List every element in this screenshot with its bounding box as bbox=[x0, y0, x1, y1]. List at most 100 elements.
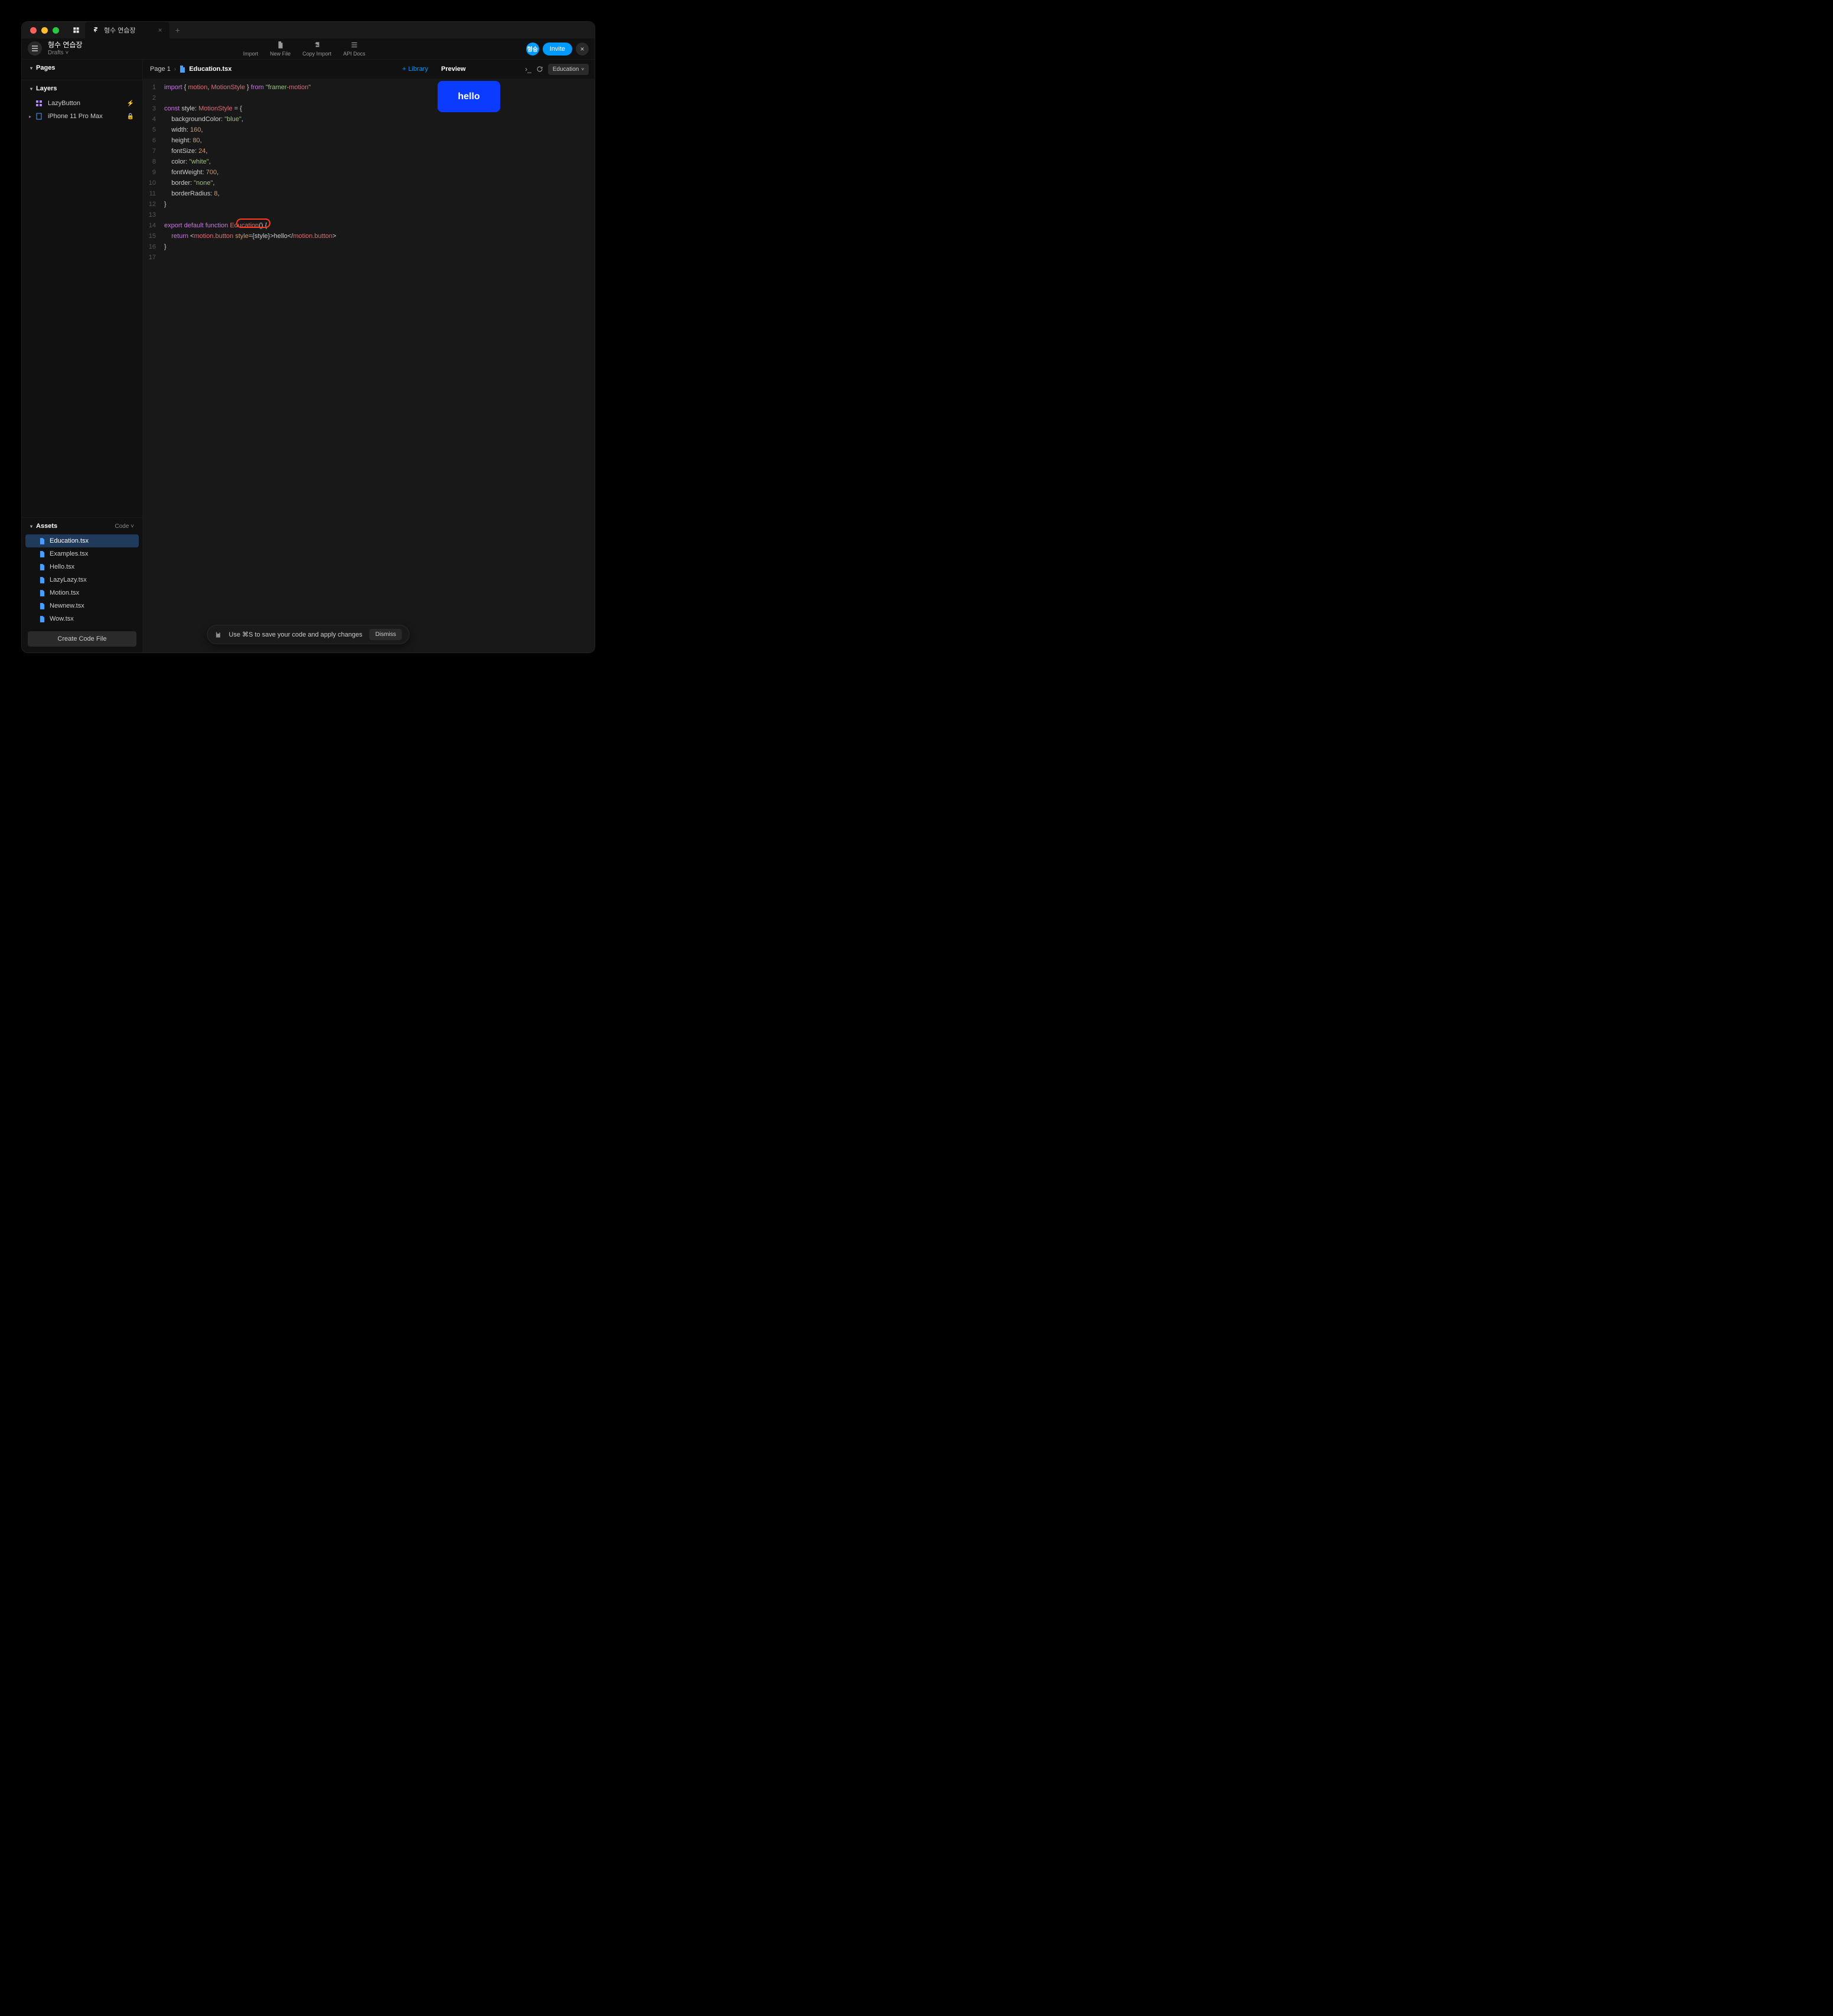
preview-header: Preview ›_ Education ˅ bbox=[435, 60, 595, 79]
code-line[interactable]: 6 height: 80, bbox=[143, 135, 435, 146]
asset-item[interactable]: Newnew.tsx bbox=[25, 599, 139, 612]
pages-panel-header[interactable]: Pages bbox=[22, 60, 142, 76]
line-number: 16 bbox=[143, 242, 164, 252]
create-code-file-button[interactable]: Create Code File bbox=[28, 631, 136, 647]
line-number: 5 bbox=[143, 125, 164, 135]
layer-item[interactable]: ▸iPhone 11 Pro Max🔒 bbox=[22, 110, 142, 123]
dismiss-button[interactable]: Dismiss bbox=[370, 629, 402, 640]
layer-label: LazyButton bbox=[48, 100, 80, 107]
active-tab[interactable]: 형수 연습장 × bbox=[85, 22, 169, 38]
avatar[interactable]: 형승 bbox=[526, 43, 539, 56]
code-line[interactable]: 2 bbox=[143, 93, 435, 103]
console-icon[interactable]: ›_ bbox=[525, 65, 531, 73]
asset-item[interactable]: Wow.tsx bbox=[25, 612, 139, 625]
breadcrumb-page[interactable]: Page 1 bbox=[150, 66, 171, 73]
import-icon bbox=[246, 41, 255, 49]
line-number: 14 bbox=[143, 220, 164, 231]
app-window: 형수 연습장 × + 형수 연습장 Drafts ˅ Import New Fil… bbox=[22, 22, 595, 653]
code-line[interactable]: 14export default function Education() { bbox=[143, 220, 435, 231]
code-text: import { motion, MotionStyle } from "fra… bbox=[164, 82, 311, 93]
save-banner: Use ⌘S to save your code and apply chang… bbox=[207, 625, 409, 644]
close-tab-icon[interactable]: × bbox=[158, 26, 162, 34]
asset-item[interactable]: Examples.tsx bbox=[25, 547, 139, 560]
toolbar-import[interactable]: Import bbox=[243, 41, 259, 57]
close-panel-button[interactable]: × bbox=[576, 43, 589, 56]
asset-item[interactable]: LazyLazy.tsx bbox=[25, 573, 139, 586]
code-line[interactable]: 1import { motion, MotionStyle } from "fr… bbox=[143, 82, 435, 93]
asset-name: LazyLazy.tsx bbox=[50, 576, 87, 583]
asset-name: Newnew.tsx bbox=[50, 602, 84, 609]
code-line[interactable]: 10 border: "none", bbox=[143, 178, 435, 188]
code-text: height: 80, bbox=[164, 135, 202, 146]
line-number: 9 bbox=[143, 167, 164, 178]
code-line[interactable]: 4 backgroundColor: "blue", bbox=[143, 114, 435, 125]
library-button[interactable]: + Library bbox=[402, 66, 428, 73]
api-docs-icon bbox=[350, 41, 358, 49]
component-select[interactable]: Education ˅ bbox=[548, 64, 589, 75]
layer-item[interactable]: LazyButton⚡ bbox=[22, 97, 142, 110]
asset-name: Examples.tsx bbox=[50, 550, 88, 557]
code-line[interactable]: 12} bbox=[143, 199, 435, 210]
code-text: color: "white", bbox=[164, 156, 211, 167]
line-number: 17 bbox=[143, 252, 164, 263]
asset-name: Hello.tsx bbox=[50, 563, 74, 570]
code-text: borderRadius: 8, bbox=[164, 188, 220, 199]
copy-import-icon bbox=[313, 41, 321, 49]
code-text: const style: MotionStyle = { bbox=[164, 103, 242, 114]
chevron-right-icon: › bbox=[174, 66, 176, 73]
toolbar-copy-import[interactable]: Copy Import bbox=[302, 41, 331, 57]
code-line[interactable]: 15 return <motion.button style={style}>h… bbox=[143, 231, 435, 242]
layers-panel-header[interactable]: Layers bbox=[22, 80, 142, 97]
invite-button[interactable]: Invite bbox=[543, 43, 572, 56]
code-line[interactable]: 17 bbox=[143, 252, 435, 263]
new-tab-button[interactable]: + bbox=[169, 25, 186, 35]
breadcrumb: Page 1 › Education.tsx + Library bbox=[143, 60, 435, 79]
file-icon bbox=[40, 538, 45, 544]
code-line[interactable]: 9 fontWeight: 700, bbox=[143, 167, 435, 178]
close-window-icon[interactable] bbox=[30, 27, 37, 34]
line-number: 2 bbox=[143, 93, 164, 103]
breadcrumb-file[interactable]: Education.tsx bbox=[189, 66, 231, 73]
new-file-icon bbox=[276, 41, 285, 49]
asset-name: Education.tsx bbox=[50, 537, 89, 544]
code-line[interactable]: 11 borderRadius: 8, bbox=[143, 188, 435, 199]
maximize-window-icon[interactable] bbox=[53, 27, 59, 34]
file-icon bbox=[40, 616, 45, 622]
assets-panel-header[interactable]: Assets Code ˅ bbox=[22, 517, 142, 534]
code-text: border: "none", bbox=[164, 178, 214, 188]
code-line[interactable]: 16} bbox=[143, 242, 435, 252]
line-number: 1 bbox=[143, 82, 164, 93]
minimize-window-icon[interactable] bbox=[41, 27, 48, 34]
asset-item[interactable]: Motion.tsx bbox=[25, 586, 139, 599]
code-line[interactable]: 3const style: MotionStyle = { bbox=[143, 103, 435, 114]
code-text: fontSize: 24, bbox=[164, 146, 207, 156]
home-tab[interactable] bbox=[67, 22, 85, 38]
code-text: backgroundColor: "blue", bbox=[164, 114, 243, 125]
layer-label: iPhone 11 Pro Max bbox=[48, 113, 103, 120]
toolbar-new-file[interactable]: New File bbox=[270, 41, 291, 57]
asset-item[interactable]: Hello.tsx bbox=[25, 560, 139, 573]
line-number: 6 bbox=[143, 135, 164, 146]
preview-hello-button[interactable]: hello bbox=[438, 81, 500, 112]
code-line[interactable]: 13 bbox=[143, 210, 435, 220]
toolbar: 형수 연습장 Drafts ˅ Import New File Copy Impor… bbox=[22, 38, 595, 60]
toolbar-api-docs[interactable]: API Docs bbox=[343, 41, 366, 57]
file-icon bbox=[40, 564, 45, 570]
window-controls bbox=[22, 27, 67, 34]
preview-label: Preview bbox=[441, 66, 466, 73]
code-editor[interactable]: 1import { motion, MotionStyle } from "fr… bbox=[143, 79, 435, 653]
line-number: 15 bbox=[143, 231, 164, 242]
banner-text: Use ⌘S to save your code and apply chang… bbox=[229, 631, 362, 638]
menu-button[interactable] bbox=[28, 41, 42, 56]
reload-icon[interactable] bbox=[536, 66, 543, 73]
code-dropdown[interactable]: Code ˅ bbox=[115, 523, 134, 530]
code-line[interactable]: 8 color: "white", bbox=[143, 156, 435, 167]
code-line[interactable]: 7 fontSize: 24, bbox=[143, 146, 435, 156]
code-text: } bbox=[164, 242, 167, 252]
code-text: } bbox=[164, 199, 167, 210]
project-info[interactable]: 형수 연습장 Drafts ˅ bbox=[48, 41, 83, 56]
file-icon bbox=[40, 603, 45, 609]
asset-item[interactable]: Education.tsx bbox=[25, 534, 139, 547]
file-icon bbox=[180, 66, 185, 73]
code-line[interactable]: 5 width: 160, bbox=[143, 125, 435, 135]
